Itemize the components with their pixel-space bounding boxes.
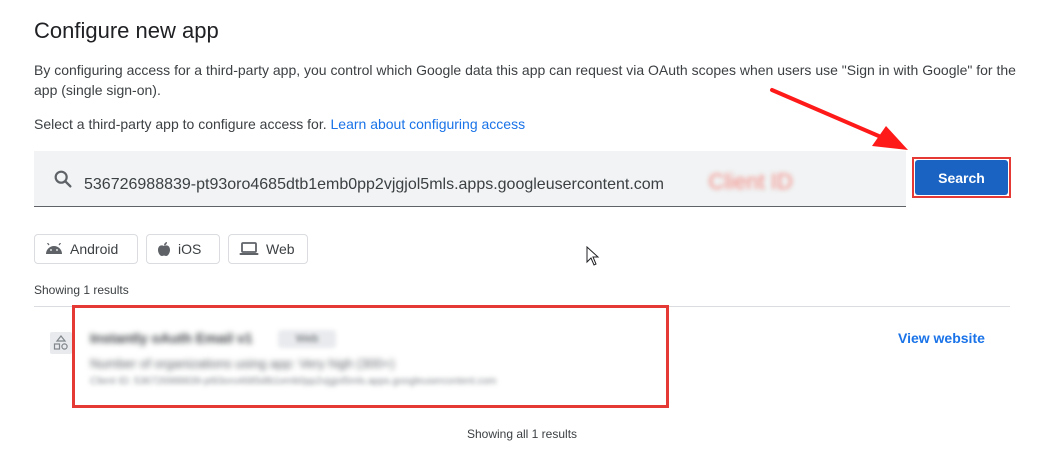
search-value[interactable]: 536726988839-pt93oro4685dtb1emb0pp2vjgjo… [84, 169, 793, 195]
result-app-name[interactable]: Instantly oAuth Email v1 [90, 330, 253, 346]
learn-configuring-link[interactable]: Learn about configuring access [331, 116, 526, 132]
apple-icon [158, 242, 170, 256]
page-title: Configure new app [34, 18, 219, 43]
mouse-cursor-icon [586, 246, 600, 266]
configure-app-page: Configure new app By configuring access … [0, 0, 1064, 456]
result-org-count: Number of organizations using app: Very … [90, 356, 395, 371]
filter-chip-ios[interactable]: iOS [146, 234, 220, 264]
result-platform-tag: Web [278, 330, 336, 348]
filter-chip-label: Android [70, 241, 119, 257]
result-client-id: Client ID: 536726988839-pt93oro4685dtb1e… [90, 376, 497, 387]
client-id-annotation: Client ID [708, 169, 793, 194]
filter-chip-label: iOS [178, 241, 202, 257]
laptop-icon [239, 242, 259, 255]
app-shapes-icon [50, 332, 72, 354]
results-footer: Showing all 1 results [466, 427, 578, 441]
search-button[interactable]: Search [915, 160, 1008, 195]
filter-chip-label: Web [266, 241, 295, 257]
search-value-text: 536726988839-pt93oro4685dtb1emb0pp2vjgjo… [84, 176, 664, 193]
view-website-link[interactable]: View website [898, 330, 985, 346]
search-icon [54, 170, 72, 188]
select-prompt: Select a third-party app to configure ac… [34, 116, 525, 132]
android-icon [46, 243, 62, 254]
red-arrow-annotation [770, 88, 908, 150]
filter-chip-android[interactable]: Android [34, 234, 138, 264]
select-prompt-text: Select a third-party app to configure ac… [34, 116, 327, 132]
filter-chip-web[interactable]: Web [228, 234, 308, 264]
results-count: Showing 1 results [34, 283, 129, 297]
